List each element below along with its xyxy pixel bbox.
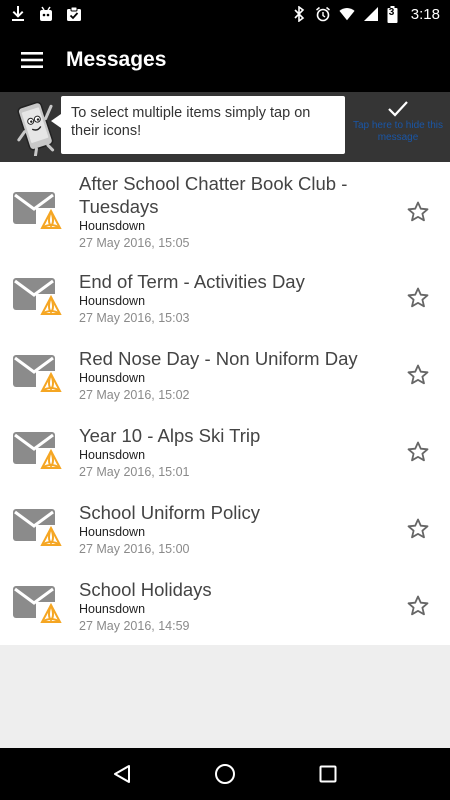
back-triangle-icon xyxy=(113,765,130,783)
star-icon[interactable] xyxy=(406,440,430,464)
hamburger-menu-icon xyxy=(21,52,43,68)
home-button[interactable] xyxy=(210,759,240,789)
android-icon xyxy=(38,6,54,22)
download-icon xyxy=(10,6,26,22)
bluetooth-icon xyxy=(291,6,307,22)
hint-text: To select multiple items simply tap on t… xyxy=(71,105,311,139)
message-texts: End of Term - Activities Day Hounsdown 27 … xyxy=(79,270,380,327)
message-row[interactable]: End of Term - Activities Day Hounsdown 27 … xyxy=(0,260,450,337)
hint-bubble: To select multiple items simply tap on t… xyxy=(51,96,345,154)
star-icon[interactable] xyxy=(406,594,430,618)
message-subject: Year 10 - Alps Ski Trip xyxy=(79,425,261,446)
message-subject: End of Term - Activities Day xyxy=(79,271,305,292)
message-row[interactable]: School Holidays Hounsdown 27 May 2016, 14:… xyxy=(0,568,450,645)
message-date: 27 May 2016, 15:05 xyxy=(79,236,190,250)
check-icon xyxy=(388,101,408,117)
message-row[interactable]: Year 10 - Alps Ski Trip Hounsdown 27 May 2… xyxy=(0,414,450,491)
clipboard-check-icon xyxy=(66,6,82,22)
message-row[interactable]: Red Nose Day - Non Uniform Day Hounsdown 2… xyxy=(0,337,450,414)
back-button[interactable] xyxy=(107,759,137,789)
clock: 3:18 xyxy=(410,5,440,23)
message-list: After School Chatter Book Club - Tuesday… xyxy=(0,162,450,645)
battery-icon: 3 xyxy=(387,5,399,23)
message-date: 27 May 2016, 15:01 xyxy=(79,465,190,479)
page-title: Messages xyxy=(66,48,167,71)
hint-banner: To select multiple items simply tap on t… xyxy=(0,92,450,162)
message-subject: After School Chatter Book Club - Tuesday… xyxy=(79,173,348,217)
app-toolbar: Messages xyxy=(0,28,450,92)
envelope-school-logo-icon[interactable] xyxy=(12,270,68,326)
message-date: 27 May 2016, 15:03 xyxy=(79,311,190,325)
battery-level: 3 xyxy=(388,7,395,18)
message-sender: Hounsdown xyxy=(79,294,146,308)
home-circle-icon xyxy=(214,764,235,784)
message-subject: Red Nose Day - Non Uniform Day xyxy=(79,348,358,369)
message-sender: Hounsdown xyxy=(79,525,146,539)
message-row[interactable]: After School Chatter Book Club - Tuesday… xyxy=(0,162,450,260)
envelope-school-logo-icon[interactable] xyxy=(12,347,68,403)
menu-button[interactable] xyxy=(0,28,64,92)
message-sender: Hounsdown xyxy=(79,448,146,462)
star-icon[interactable] xyxy=(406,363,430,387)
message-subject: School Holidays xyxy=(79,579,212,600)
recents-square-icon xyxy=(319,765,337,783)
envelope-school-logo-icon[interactable] xyxy=(12,184,68,240)
message-row[interactable]: School Uniform Policy Hounsdown 27 May 201… xyxy=(0,491,450,568)
message-texts: School Uniform Policy Hounsdown 27 May 201… xyxy=(79,501,380,558)
message-date: 27 May 2016, 15:02 xyxy=(79,388,190,402)
recents-button[interactable] xyxy=(313,759,343,789)
message-date: 27 May 2016, 15:00 xyxy=(79,542,190,556)
envelope-school-logo-icon[interactable] xyxy=(12,578,68,634)
message-sender: Hounsdown xyxy=(79,602,146,616)
star-icon[interactable] xyxy=(406,286,430,310)
envelope-school-logo-icon[interactable] xyxy=(12,501,68,557)
hide-hint-button[interactable]: Tap here to hide this message xyxy=(352,96,444,158)
cellular-icon xyxy=(363,6,379,22)
message-texts: After School Chatter Book Club - Tuesday… xyxy=(79,172,380,252)
wifi-icon xyxy=(339,6,355,22)
status-bar: 3 3:18 xyxy=(0,0,450,28)
star-icon[interactable] xyxy=(406,200,430,224)
hide-hint-label: Tap here to hide this message xyxy=(352,120,444,143)
message-texts: Red Nose Day - Non Uniform Day Hounsdown 2… xyxy=(79,347,380,404)
alarm-icon xyxy=(315,6,331,22)
navigation-bar xyxy=(0,748,450,800)
envelope-school-logo-icon[interactable] xyxy=(12,424,68,480)
message-sender: Hounsdown xyxy=(79,371,146,385)
message-texts: School Holidays Hounsdown 27 May 2016, 14:… xyxy=(79,578,380,635)
star-icon[interactable] xyxy=(406,517,430,541)
message-sender: Hounsdown xyxy=(79,219,146,233)
message-date: 27 May 2016, 14:59 xyxy=(79,619,190,633)
message-subject: School Uniform Policy xyxy=(79,502,260,523)
message-texts: Year 10 - Alps Ski Trip Hounsdown 27 May 2… xyxy=(79,424,380,481)
